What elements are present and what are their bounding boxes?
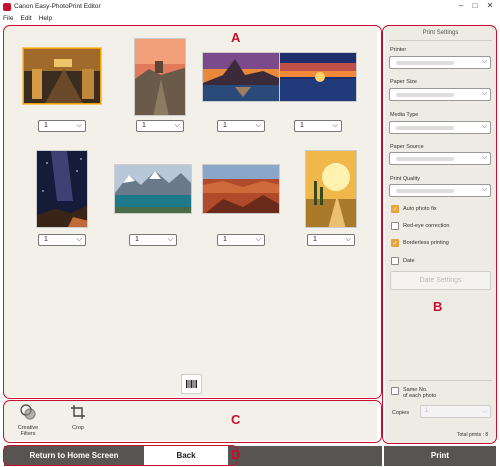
chevron-down-icon: ⌵: [255, 236, 261, 243]
photo-copies-dropdown[interactable]: 1 ⌵: [217, 120, 265, 132]
printer-dropdown[interactable]: ⌵: [389, 56, 491, 69]
photo-milky-way[interactable]: [36, 150, 88, 228]
callout-label-c: C: [231, 412, 241, 427]
crop-icon: [71, 405, 85, 419]
bottom-bar-fill: [241, 446, 382, 466]
same-number-checkbox[interactable]: [391, 387, 399, 395]
photo-copies-dropdown[interactable]: 1 ⌵: [38, 234, 86, 246]
barcode-icon: [186, 380, 197, 388]
menu-edit[interactable]: Edit: [20, 15, 31, 22]
photo-copies-dropdown[interactable]: 1 ⌵: [217, 234, 265, 246]
same-number-option[interactable]: Same No. of each photo: [391, 387, 436, 399]
copies-dropdown[interactable]: 1 ⌵: [420, 405, 491, 418]
divider: [389, 40, 492, 41]
photo-cell: 1 ⌵: [22, 150, 102, 260]
photo-cell: 1 ⌵: [291, 150, 371, 260]
auto-photo-fix-checkbox[interactable]: ✓: [391, 205, 399, 213]
photo-sunlit-path[interactable]: [305, 150, 357, 228]
print-quality-dropdown[interactable]: ⌵: [389, 184, 491, 197]
photo-canyon[interactable]: [202, 164, 280, 214]
borderless-option[interactable]: ✓ Borderless printing: [391, 239, 449, 247]
print-button[interactable]: Print: [384, 446, 496, 466]
callout-label-d: D: [231, 447, 241, 462]
menu-file[interactable]: File: [3, 15, 13, 22]
date-option[interactable]: Date: [391, 257, 415, 265]
red-eye-option[interactable]: Red-eye correction: [391, 222, 449, 230]
photo-copies-dropdown[interactable]: 1 ⌵: [136, 120, 184, 132]
chevron-down-icon: ⌵: [174, 122, 180, 129]
back-button[interactable]: Back: [146, 446, 226, 466]
creative-filters-icon: [20, 404, 36, 420]
menu-bar: File Edit Help: [0, 13, 500, 24]
date-settings-button[interactable]: Date Settings: [390, 271, 491, 290]
chevron-down-icon: ⌵: [481, 186, 487, 193]
print-quality-label: Print Quality: [390, 176, 420, 182]
photo-mountain-lake[interactable]: [202, 52, 280, 102]
auto-photo-fix-option[interactable]: ✓ Auto photo fix: [391, 205, 437, 213]
total-prints: Total prints : 8: [457, 432, 489, 438]
callout-label-a: A: [231, 30, 241, 45]
chevron-down-icon: ⌵: [76, 236, 82, 243]
return-home-button[interactable]: Return to Home Screen: [4, 446, 144, 466]
date-checkbox[interactable]: [391, 257, 399, 265]
chevron-down-icon: ⌵: [167, 236, 173, 243]
photo-copies-dropdown[interactable]: 1 ⌵: [38, 120, 86, 132]
photo-cell: 1 ⌵: [113, 150, 193, 260]
photo-alpine-lake[interactable]: [114, 164, 192, 214]
chevron-down-icon: ⌵: [332, 122, 338, 129]
copies-label: Copies: [392, 410, 410, 416]
paper-size-label: Paper Size: [390, 79, 417, 85]
menu-help[interactable]: Help: [39, 15, 52, 22]
photo-railway-station[interactable]: [23, 48, 101, 104]
photo-copies-dropdown[interactable]: 1 ⌵: [294, 120, 342, 132]
chevron-down-icon: ⌵: [345, 236, 351, 243]
minimize-button[interactable]: –: [455, 1, 467, 10]
photo-copies-dropdown[interactable]: 1 ⌵: [129, 234, 177, 246]
panel-title: Print Settings: [422, 30, 459, 36]
chevron-down-icon: ⌵: [481, 123, 487, 130]
callout-label-b: B: [433, 299, 443, 314]
chevron-down-icon: ⌵: [481, 408, 487, 415]
paper-source-label: Paper Source: [390, 144, 424, 150]
chevron-down-icon: ⌵: [255, 122, 261, 129]
paper-source-dropdown[interactable]: ⌵: [389, 152, 491, 165]
photo-cell: 1 ⌵: [22, 38, 102, 148]
paper-size-dropdown[interactable]: ⌵: [389, 88, 491, 101]
divider: [389, 380, 492, 381]
chevron-down-icon: ⌵: [481, 90, 487, 97]
media-type-label: Media Type: [390, 112, 419, 118]
window-title: Canon Easy-PhotoPrint Editor: [14, 3, 101, 10]
photo-cell: 1 ⌵: [120, 38, 200, 148]
red-eye-checkbox[interactable]: [391, 222, 399, 230]
photo-cell: 1 ⌵: [201, 150, 281, 260]
photo-cell: 1 ⌵: [278, 38, 358, 148]
close-button[interactable]: ✕: [484, 1, 496, 10]
creative-filters-tool[interactable]: Creative Filters: [8, 402, 48, 437]
thumbnail-view-button[interactable]: [181, 374, 202, 394]
title-bar: Canon Easy-PhotoPrint Editor: [0, 0, 500, 13]
photo-sunset-sea[interactable]: [279, 52, 357, 102]
chevron-down-icon: ⌵: [481, 58, 487, 65]
maximize-button[interactable]: □: [469, 1, 481, 10]
crop-tool[interactable]: Crop: [58, 402, 98, 431]
photo-cell: 1 ⌵: [201, 38, 281, 148]
app-icon: [3, 2, 11, 11]
printer-label: Printer: [390, 47, 407, 53]
photo-copies-dropdown[interactable]: 1 ⌵: [307, 234, 355, 246]
chevron-down-icon: ⌵: [481, 154, 487, 161]
photo-cliff-fortress[interactable]: [134, 38, 186, 116]
media-type-dropdown[interactable]: ⌵: [389, 121, 491, 134]
chevron-down-icon: ⌵: [76, 122, 82, 129]
borderless-checkbox[interactable]: ✓: [391, 239, 399, 247]
